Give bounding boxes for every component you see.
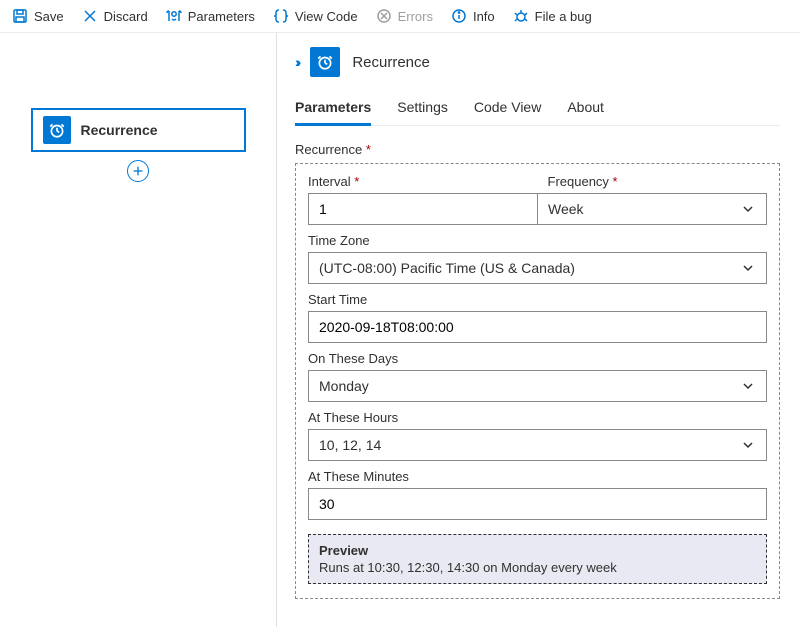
chevron-down-icon (740, 437, 756, 453)
timezone-value: (UTC-08:00) Pacific Time (US & Canada) (319, 260, 575, 276)
node-title: Recurrence (81, 122, 158, 138)
at-hours-select[interactable]: 10, 12, 14 (308, 429, 767, 461)
preview-body: Runs at 10:30, 12:30, 14:30 on Monday ev… (319, 560, 756, 575)
error-icon (376, 8, 392, 24)
interval-input[interactable] (308, 193, 537, 225)
tab-about[interactable]: About (567, 93, 604, 125)
bug-icon (513, 8, 529, 24)
view-code-button[interactable]: View Code (273, 8, 358, 24)
clock-icon (310, 47, 340, 77)
braces-icon (273, 8, 289, 24)
timezone-select[interactable]: (UTC-08:00) Pacific Time (US & Canada) (308, 252, 767, 284)
interval-field[interactable] (319, 201, 527, 217)
panel-title: Recurrence (352, 54, 430, 71)
chevron-down-icon (740, 260, 756, 276)
discard-label: Discard (104, 9, 148, 24)
clock-icon (43, 116, 71, 144)
start-time-field[interactable] (319, 319, 756, 335)
parameters-label: Parameters (188, 9, 255, 24)
start-time-label: Start Time (308, 292, 767, 307)
on-days-select[interactable]: Monday (308, 370, 767, 402)
preview-box: Preview Runs at 10:30, 12:30, 14:30 on M… (308, 534, 767, 584)
at-minutes-field[interactable] (319, 496, 756, 512)
tab-code-view[interactable]: Code View (474, 93, 541, 125)
save-label: Save (34, 9, 64, 24)
info-icon (451, 8, 467, 24)
toolbar: Save Discard Parameters View Code Errors… (0, 0, 800, 33)
add-step-button[interactable] (127, 160, 149, 182)
frequency-label: Frequency (548, 174, 768, 189)
start-time-input[interactable] (308, 311, 767, 343)
timezone-label: Time Zone (308, 233, 767, 248)
tab-parameters[interactable]: Parameters (295, 93, 371, 126)
properties-panel: ›› Recurrence Parameters Settings Code V… (277, 33, 800, 627)
collapse-button[interactable]: ›› (295, 54, 298, 70)
tabs: Parameters Settings Code View About (295, 93, 780, 126)
interval-label: Interval (308, 174, 538, 189)
designer-canvas: Recurrence (0, 33, 277, 627)
errors-button[interactable]: Errors (376, 8, 433, 24)
at-hours-label: At These Hours (308, 410, 767, 425)
parameters-button[interactable]: Parameters (166, 8, 255, 24)
recurrence-group: Interval Frequency Week Time Zone (UTC-0… (295, 163, 780, 599)
view-code-label: View Code (295, 9, 358, 24)
discard-button[interactable]: Discard (82, 8, 148, 24)
parameters-icon (166, 8, 182, 24)
tab-settings[interactable]: Settings (397, 93, 448, 125)
save-icon (12, 8, 28, 24)
info-label: Info (473, 9, 495, 24)
chevron-down-icon (740, 201, 756, 217)
at-minutes-input[interactable] (308, 488, 767, 520)
at-minutes-label: At These Minutes (308, 469, 767, 484)
frequency-select[interactable]: Week (537, 193, 767, 225)
chevron-down-icon (740, 378, 756, 394)
at-hours-value: 10, 12, 14 (319, 437, 381, 453)
on-days-label: On These Days (308, 351, 767, 366)
on-days-value: Monday (319, 378, 369, 394)
preview-title: Preview (319, 543, 756, 558)
info-button[interactable]: Info (451, 8, 495, 24)
file-bug-label: File a bug (535, 9, 592, 24)
file-bug-button[interactable]: File a bug (513, 8, 592, 24)
errors-label: Errors (398, 9, 433, 24)
frequency-value: Week (548, 201, 584, 217)
save-button[interactable]: Save (12, 8, 64, 24)
close-icon (82, 8, 98, 24)
recurrence-node[interactable]: Recurrence (31, 108, 246, 152)
section-label: Recurrence (295, 142, 780, 157)
